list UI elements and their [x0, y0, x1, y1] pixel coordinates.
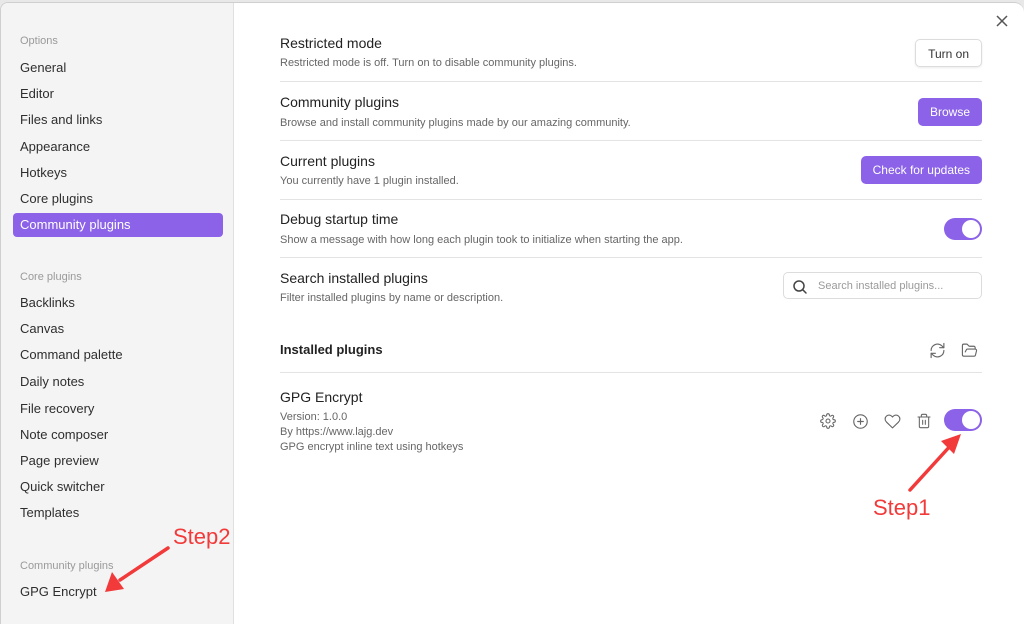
gear-icon: [820, 413, 836, 429]
sidebar-item-canvas[interactable]: Canvas: [13, 317, 223, 341]
sidebar-item-note-composer[interactable]: Note composer: [13, 423, 223, 447]
sidebar-item-hotkeys[interactable]: Hotkeys: [13, 161, 223, 185]
setting-title: Search installed plugins: [280, 270, 428, 286]
sidebar-item-general[interactable]: General: [13, 56, 223, 80]
folder-icon: [961, 343, 977, 357]
sidebar-group-title: Community plugins: [20, 560, 114, 572]
plugin-enabled-toggle[interactable]: [944, 409, 982, 431]
search-icon: [793, 280, 807, 294]
setting-title: Debug startup time: [280, 211, 399, 227]
settings-window: Options General Editor Files and links A…: [0, 2, 1024, 624]
step1-label: Step1: [873, 495, 931, 520]
reload-plugins-button[interactable]: [927, 340, 947, 360]
setting-debug-startup-time: Debug startup time Show a message with h…: [280, 200, 982, 258]
toggle-knob: [962, 411, 980, 429]
setting-description: Restricted mode is off. Turn on to disab…: [280, 57, 577, 69]
sidebar-item-daily-notes[interactable]: Daily notes: [13, 370, 223, 394]
sidebar-item-page-preview[interactable]: Page preview: [13, 449, 223, 473]
sidebar-item-files-and-links[interactable]: Files and links: [13, 108, 223, 132]
setting-title: Current plugins: [280, 153, 375, 169]
sidebar-group-title: Options: [20, 35, 58, 47]
sidebar-item-command-palette[interactable]: Command palette: [13, 343, 223, 367]
search-installed-plugins-input[interactable]: [818, 277, 976, 295]
plugin-author: By https://www.lajg.dev: [280, 426, 394, 438]
plugin-hotkeys-button[interactable]: [850, 411, 870, 431]
setting-description: Filter installed plugins by name or desc…: [280, 292, 504, 304]
sidebar-item-community-plugins[interactable]: Community plugins: [13, 213, 223, 237]
setting-search-installed-plugins: Search installed plugins Filter installe…: [280, 258, 982, 317]
plugin-version: Version: 1.0.0: [280, 411, 348, 423]
close-icon: [996, 15, 1008, 27]
setting-description: Browse and install community plugins mad…: [280, 117, 631, 129]
debug-startup-toggle[interactable]: [944, 218, 982, 240]
reload-icon: [930, 342, 944, 358]
toggle-knob: [962, 220, 980, 238]
check-for-updates-button[interactable]: Check for updates: [860, 156, 982, 184]
close-button[interactable]: [994, 13, 1010, 29]
heart-icon: [884, 414, 900, 428]
sidebar-group-title: Core plugins: [20, 271, 82, 283]
setting-restricted-mode: Restricted mode Restricted mode is off. …: [280, 3, 982, 82]
step2-label: Step2: [173, 524, 231, 549]
plugin-settings-button[interactable]: [818, 411, 838, 431]
sidebar-item-quick-switcher[interactable]: Quick switcher: [13, 475, 223, 499]
sidebar-item-gpg-encrypt[interactable]: GPG Encrypt: [13, 580, 223, 604]
installed-plugins-header: Installed plugins: [280, 317, 982, 373]
sidebar-item-templates[interactable]: Templates: [13, 501, 223, 525]
sidebar-item-core-plugins[interactable]: Core plugins: [13, 187, 223, 211]
setting-description: Show a message with how long each plugin…: [280, 234, 683, 246]
browse-button[interactable]: Browse: [917, 98, 982, 126]
turn-on-restricted-mode-button[interactable]: Turn on: [915, 39, 982, 67]
installed-plugins-heading: Installed plugins: [280, 342, 383, 357]
setting-title: Community plugins: [280, 94, 400, 110]
trash-icon: [917, 413, 931, 429]
sidebar-item-file-recovery[interactable]: File recovery: [13, 397, 223, 421]
setting-current-plugins: Current plugins You currently have 1 plu…: [280, 141, 982, 200]
plugin-favorite-button[interactable]: [882, 411, 902, 431]
setting-community-plugins: Community plugins Browse and install com…: [280, 82, 982, 141]
plus-circle-icon: [852, 413, 868, 429]
plugin-description: GPG encrypt inline text using hotkeys: [280, 441, 464, 453]
sidebar-item-editor[interactable]: Editor: [13, 82, 223, 106]
plugin-item-gpg-encrypt: GPG Encrypt Version: 1.0.0 By https://ww…: [280, 373, 982, 463]
plugin-name: GPG Encrypt: [280, 389, 363, 405]
sidebar-item-backlinks[interactable]: Backlinks: [13, 291, 223, 315]
settings-content: Restricted mode Restricted mode is off. …: [280, 3, 982, 624]
sidebar-item-appearance[interactable]: Appearance: [13, 135, 223, 159]
plugin-uninstall-button[interactable]: [914, 411, 934, 431]
setting-description: You currently have 1 plugin installed.: [280, 175, 459, 187]
setting-title: Restricted mode: [280, 35, 382, 51]
search-installed-plugins-field: [783, 272, 982, 299]
open-plugins-folder-button[interactable]: [959, 340, 979, 360]
